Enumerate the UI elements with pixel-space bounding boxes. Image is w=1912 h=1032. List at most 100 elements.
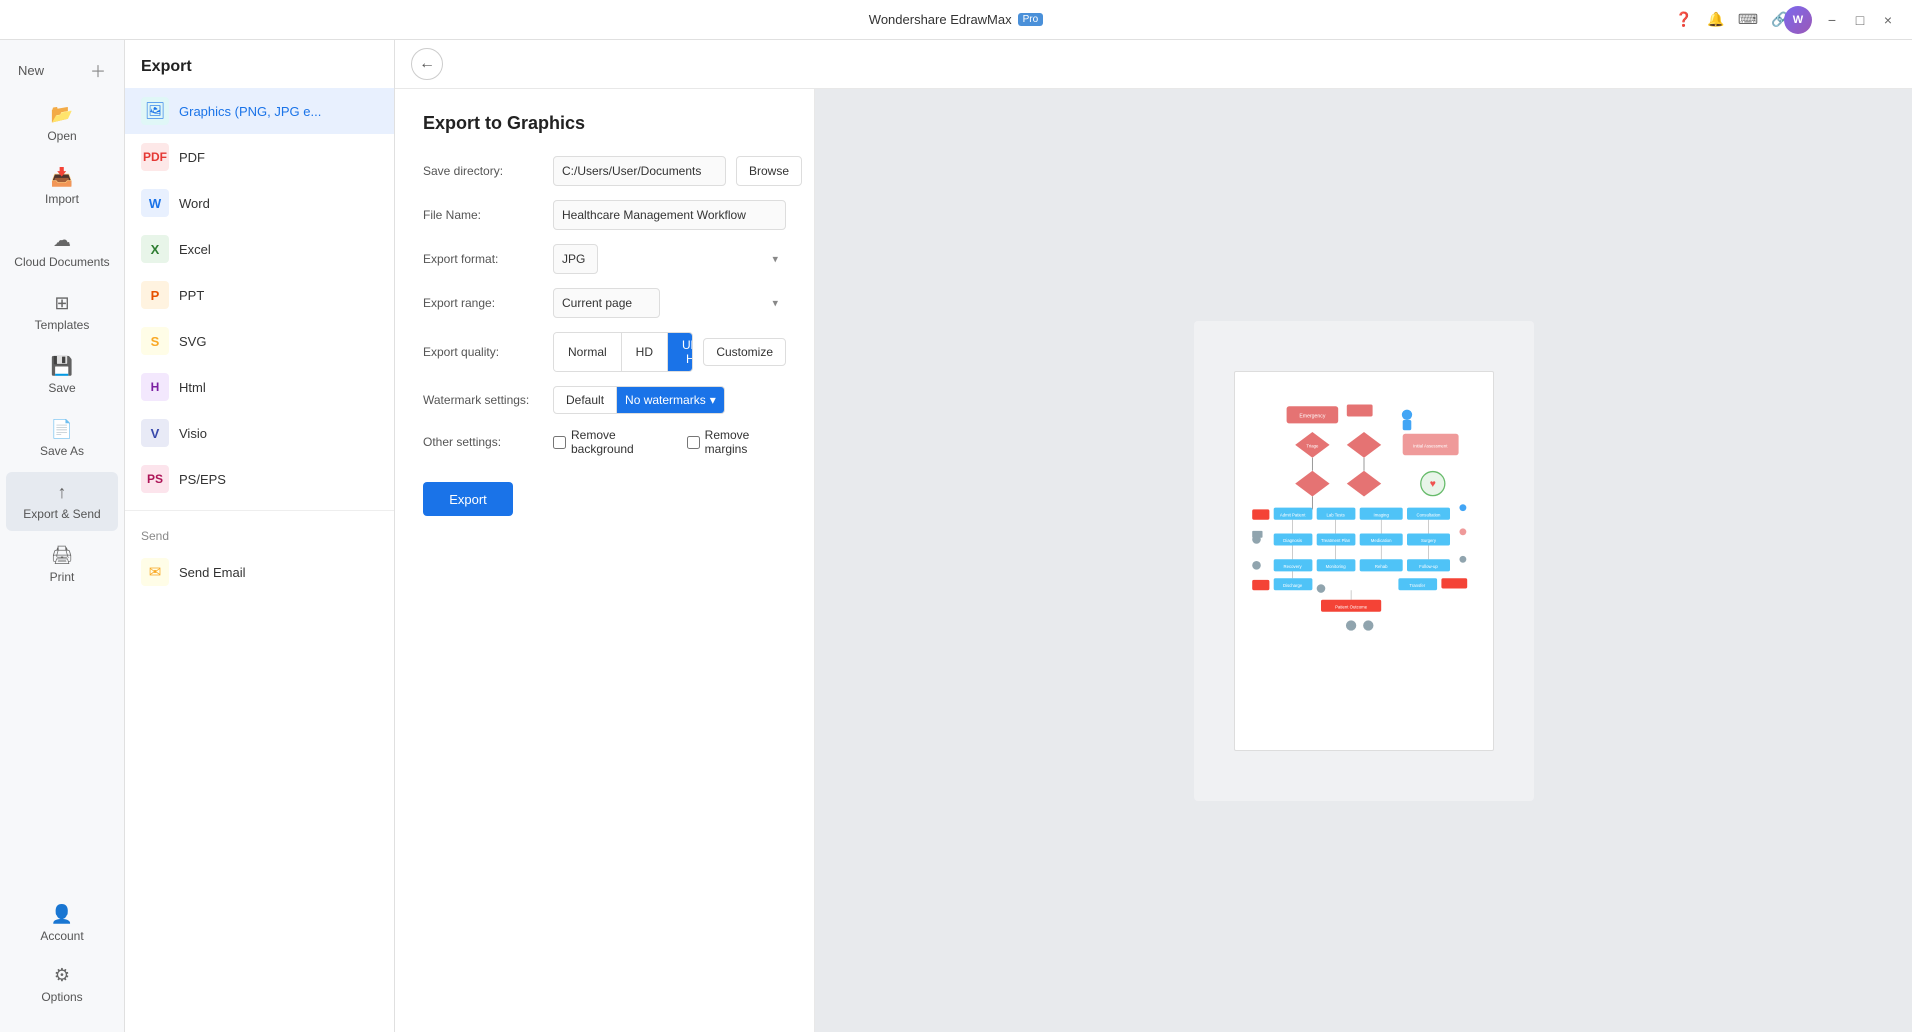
svg-text:Rehab: Rehab <box>1374 563 1387 568</box>
sidebar-item-cloud-documents[interactable]: ☁ Cloud Documents <box>6 220 118 279</box>
export-format-select[interactable]: JPG PNG BMP TIFF GIF <box>553 244 598 274</box>
file-name-input[interactable] <box>553 200 786 230</box>
svg-text:Discharge: Discharge <box>1282 582 1302 587</box>
keyboard-icon[interactable]: ⌨ <box>1736 8 1760 32</box>
export-item-word[interactable]: W Word <box>125 180 394 226</box>
svg-text:Emergency: Emergency <box>1299 413 1326 419</box>
export-range-select[interactable]: Current page All pages Selected objects <box>553 288 660 318</box>
export-item-send-email[interactable]: ✉ Send Email <box>125 549 394 595</box>
export-item-ps-eps[interactable]: PS PS/EPS <box>125 456 394 502</box>
ps-icon: PS <box>141 465 169 493</box>
customize-button[interactable]: Customize <box>703 338 786 366</box>
sidebar-item-print[interactable]: 🖨 Print <box>6 535 118 594</box>
svg-text:Monitoring: Monitoring <box>1325 563 1346 568</box>
import-icon: 📥 <box>51 167 73 188</box>
svg-text:Lab Tests: Lab Tests <box>1326 512 1344 517</box>
remove-margins-label: Remove margins <box>705 428 786 456</box>
main-layout: New ＋ 📂 Open 📥 Import ☁ Cloud Documents … <box>0 40 1912 1032</box>
save-as-icon: 📄 <box>51 419 73 440</box>
svg-text:Surgery: Surgery <box>1420 538 1436 543</box>
watermark-default-button[interactable]: Default <box>553 386 617 414</box>
save-directory-row: Save directory: Browse <box>423 156 786 186</box>
print-label: Print <box>50 570 75 584</box>
maximize-button[interactable]: □ <box>1852 12 1868 28</box>
new-plus-icon: ＋ <box>90 58 106 82</box>
html-icon: H <box>141 373 169 401</box>
svg-text:Initial Assessment: Initial Assessment <box>1413 443 1448 448</box>
watermark-chevron-icon: ▾ <box>710 393 716 407</box>
cloud-icon: ☁ <box>53 230 71 251</box>
graphics-label: Graphics (PNG, JPG e... <box>179 104 321 119</box>
watermark-buttons: Default No watermarks ▾ <box>553 386 725 414</box>
svg-text:Treatment Plan: Treatment Plan <box>1321 538 1351 543</box>
minimize-button[interactable]: − <box>1824 12 1840 28</box>
svg-text:Recovery: Recovery <box>1283 563 1302 568</box>
notification-icon[interactable]: 🔔 <box>1704 8 1728 32</box>
svg-text:Transfer: Transfer <box>1409 582 1425 587</box>
export-quality-row: Export quality: Normal HD Ultra HD Custo… <box>423 332 786 372</box>
back-button[interactable]: ← <box>411 48 443 80</box>
remove-margins-input[interactable] <box>687 436 700 449</box>
quality-ultrahd-button[interactable]: Ultra HD <box>668 333 693 371</box>
svg-text:Patient Outcome: Patient Outcome <box>1335 604 1368 609</box>
export-item-svg[interactable]: S SVG <box>125 318 394 364</box>
send-section-title: Send <box>125 519 394 549</box>
watermark-label: Watermark settings: <box>423 393 543 407</box>
export-item-excel[interactable]: X Excel <box>125 226 394 272</box>
svg-text:Diagnosis: Diagnosis <box>1283 538 1302 543</box>
quality-hd-button[interactable]: HD <box>622 333 668 371</box>
sidebar-item-export-send[interactable]: ↑ Export & Send <box>6 472 118 531</box>
excel-label: Excel <box>179 242 211 257</box>
save-label: Save <box>48 381 75 395</box>
titlebar: Wondershare EdrawMax Pro ❓ 🔔 ⌨ 🔗 W − □ × <box>0 0 1912 40</box>
quality-buttons: Normal HD Ultra HD <box>553 332 693 372</box>
sidebar-item-open[interactable]: 📂 Open <box>6 94 118 153</box>
svg-text:Medication: Medication <box>1370 538 1391 543</box>
html-label: Html <box>179 380 206 395</box>
close-button[interactable]: × <box>1880 12 1896 28</box>
word-icon: W <box>141 189 169 217</box>
sidebar-item-templates[interactable]: ⊞ Templates <box>6 283 118 342</box>
remove-margins-checkbox[interactable]: Remove margins <box>687 428 786 456</box>
export-icon: ↑ <box>58 482 67 503</box>
browse-button[interactable]: Browse <box>736 156 802 186</box>
sidebar-item-options[interactable]: ⚙ Options <box>6 955 118 1014</box>
svg-text:♥: ♥ <box>1429 479 1435 490</box>
send-email-icon: ✉ <box>141 558 169 586</box>
app-title-text: Wondershare EdrawMax <box>869 12 1012 27</box>
sidebar-item-new[interactable]: New ＋ <box>6 50 118 90</box>
svg-text:Imaging: Imaging <box>1373 512 1389 517</box>
remove-background-checkbox[interactable]: Remove background <box>553 428 671 456</box>
sidebar-item-import[interactable]: 📥 Import <box>6 157 118 216</box>
preview-inner: Emergency Triage <box>1234 371 1494 751</box>
watermark-row: Watermark settings: Default No watermark… <box>423 386 786 414</box>
avatar[interactable]: W <box>1784 6 1812 34</box>
pdf-icon: PDF <box>141 143 169 171</box>
export-quality-label: Export quality: <box>423 345 543 359</box>
sidebar-item-save-as[interactable]: 📄 Save As <box>6 409 118 468</box>
app-title: Wondershare EdrawMax Pro <box>869 12 1043 27</box>
sidebar-item-account[interactable]: 👤 Account <box>6 894 118 953</box>
ppt-icon: P <box>141 281 169 309</box>
other-settings-label: Other settings: <box>423 435 543 449</box>
export-format-label: Export format: <box>423 252 543 266</box>
sidebar-item-save[interactable]: 💾 Save <box>6 346 118 405</box>
export-item-pdf[interactable]: PDF PDF <box>125 134 394 180</box>
print-icon: 🖨 <box>51 545 74 566</box>
export-item-visio[interactable]: V Visio <box>125 410 394 456</box>
export-item-ppt[interactable]: P PPT <box>125 272 394 318</box>
remove-background-input[interactable] <box>553 436 566 449</box>
export-button[interactable]: Export <box>423 482 513 516</box>
save-directory-input[interactable] <box>553 156 726 186</box>
export-panel: Export 🖼 Graphics (PNG, JPG e... PDF PDF… <box>125 40 395 1032</box>
quality-normal-button[interactable]: Normal <box>554 333 622 371</box>
watermark-select[interactable]: No watermarks ▾ <box>617 386 725 414</box>
export-item-html[interactable]: H Html <box>125 364 394 410</box>
templates-label: Templates <box>35 318 90 332</box>
titlebar-right-icons: ❓ 🔔 ⌨ 🔗 <box>1672 8 1792 32</box>
import-label: Import <box>45 192 79 206</box>
help-icon[interactable]: ❓ <box>1672 8 1696 32</box>
export-item-graphics[interactable]: 🖼 Graphics (PNG, JPG e... <box>125 88 394 134</box>
main-content: ← Export to Graphics Save directory: Bro… <box>395 40 1912 1032</box>
save-directory-label: Save directory: <box>423 164 543 178</box>
